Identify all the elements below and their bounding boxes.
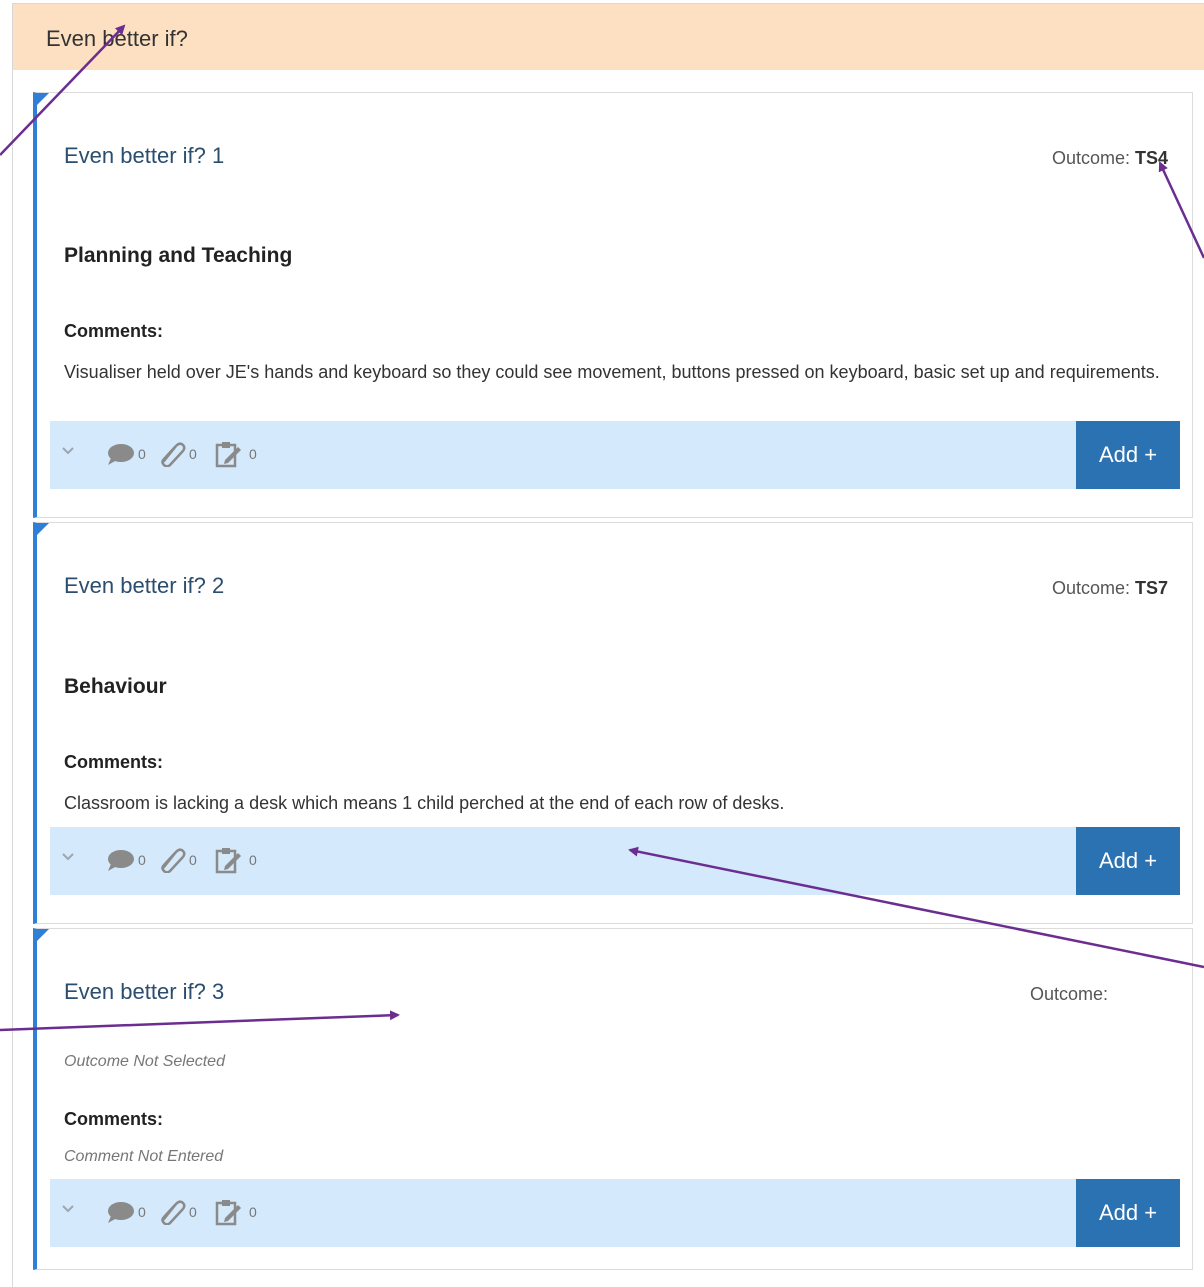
- annotation-arrows: [0, 24, 1204, 1032]
- annotation-arrow-title: [0, 24, 126, 156]
- annotation-arrow-toolbar: [628, 846, 1204, 969]
- annotation-arrow-empty-card: [0, 1010, 400, 1032]
- annotation-arrow-outcome: [1158, 161, 1204, 259]
